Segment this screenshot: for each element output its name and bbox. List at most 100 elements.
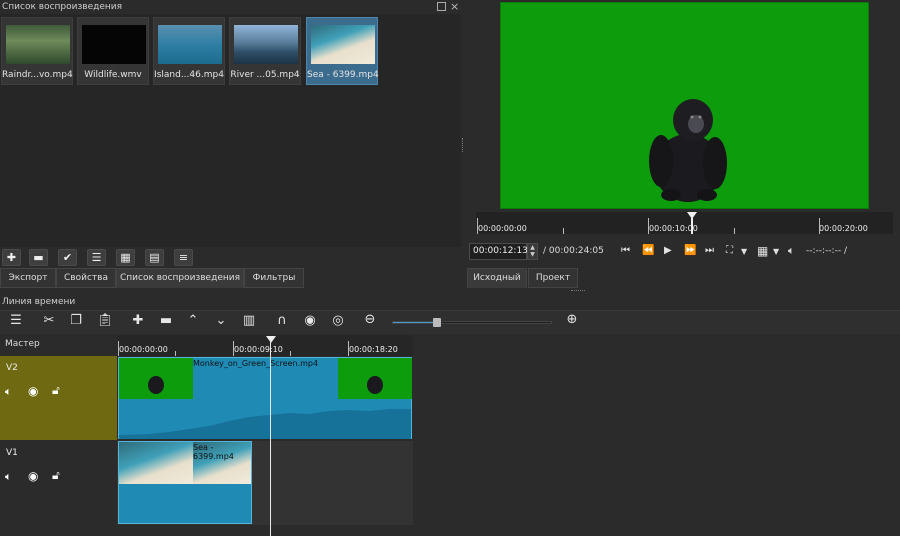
playlist-title: Список воспроизведения: [2, 2, 123, 12]
total-time: / 00:00:24:05: [543, 246, 604, 256]
timeline-ruler-label: 00:00:00:00: [119, 345, 168, 354]
lift-icon[interactable]: ⌃: [184, 314, 202, 328]
playlist-item-label: Wildlife.wmv: [84, 70, 142, 80]
float-panel-icon[interactable]: [437, 2, 446, 11]
track-header-v2[interactable]: V2 🔈︎ ◉ 🔓︎: [0, 356, 117, 440]
playlist-item-wildlife[interactable]: Wildlife.wmv: [77, 17, 149, 85]
playlist-panel: Список воспроизведения × Raindr...vo.mp4…: [0, 0, 461, 247]
zoom-fit-icon[interactable]: ⛶: [726, 245, 733, 256]
thumbnail-sea: [311, 25, 375, 64]
player-ruler-label: 00:00:20:00: [819, 224, 868, 233]
timeline-title: Линия времени: [2, 297, 76, 307]
menu-icon[interactable]: ☰: [7, 314, 25, 328]
ruler-tick: [118, 341, 119, 356]
master-label: Мастер: [5, 339, 40, 349]
details-view-button[interactable]: ☰: [87, 249, 106, 266]
skip-to-end-icon[interactable]: ⏭: [705, 245, 714, 256]
scrub-eye-icon[interactable]: ◉: [301, 314, 319, 328]
ruler-tick: [348, 341, 349, 356]
snap-magnet-icon[interactable]: ∩: [273, 314, 291, 328]
rewind-icon[interactable]: ⏪: [642, 245, 654, 256]
zoom-slider-fill: [393, 322, 438, 323]
splitter-handle[interactable]: [462, 138, 465, 152]
playlist-item-label: Island...46.mp4: [154, 70, 224, 80]
split-icon[interactable]: ▥: [240, 314, 258, 328]
ruler-tick: [290, 351, 291, 356]
remove-button[interactable]: ▬: [29, 249, 48, 266]
append-icon[interactable]: ✚: [129, 314, 147, 328]
timeline-ruler[interactable]: 00:00:00:00 00:00:09:10 00:00:18:20: [117, 335, 413, 356]
timeline-playhead-icon[interactable]: [266, 336, 276, 343]
track-header-master: Мастер: [0, 335, 117, 355]
ruler-tick: [648, 218, 649, 234]
playlist-item-label: Sea - 6399.mp4: [307, 70, 379, 80]
track-name: V2: [6, 363, 18, 373]
playlist-item-sea[interactable]: Sea - 6399.mp4: [306, 17, 379, 85]
ruler-tick: [734, 228, 735, 234]
lock-icon[interactable]: 🔓︎: [52, 468, 60, 483]
clip-monkey[interactable]: Monkey_on_Green_Screen.mp4: [118, 357, 412, 439]
mute-icon[interactable]: 🔈︎: [5, 470, 12, 484]
menu-button[interactable]: ≡: [174, 249, 193, 266]
current-time-field[interactable]: 00:00:12:13: [469, 243, 528, 260]
timeline-ruler-label: 00:00:09:10: [234, 345, 283, 354]
timeline-playhead-line: [270, 342, 271, 536]
overwrite-icon[interactable]: ⌄: [212, 314, 230, 328]
tab-properties[interactable]: Свойства: [56, 268, 116, 288]
ripple-icon[interactable]: ◎: [329, 314, 347, 328]
timeline-ruler-label: 00:00:18:20: [349, 345, 398, 354]
skip-to-start-icon[interactable]: ⏮: [621, 245, 630, 256]
player-playhead-line: [691, 218, 693, 234]
clip-label: Monkey_on_Green_Screen.mp4: [193, 359, 319, 368]
eye-icon[interactable]: ◉: [28, 384, 38, 398]
clip-sea[interactable]: Sea - 6399.mp4: [118, 441, 252, 524]
clip-thumbnail-end: [338, 358, 412, 399]
clip-thumbnail-start: [119, 358, 193, 399]
player-ruler[interactable]: 00:00:00:00 00:00:10:00 00:00:20:00: [476, 212, 893, 234]
mute-icon[interactable]: 🔈︎: [5, 385, 12, 399]
icons-view-button[interactable]: ▦: [116, 249, 135, 266]
zoom-in-icon[interactable]: ⊕: [563, 313, 581, 327]
grid-icon[interactable]: ▦: [757, 244, 768, 258]
thumbnail-wildlife: [82, 25, 146, 64]
thumbnail-river: [234, 25, 298, 64]
monkey-mini-icon: [367, 376, 383, 394]
track-header-v1[interactable]: V1 🔈︎ ◉ 🔓︎: [0, 441, 117, 525]
splitter-handle[interactable]: [571, 290, 585, 293]
tab-source[interactable]: Исходный: [467, 268, 527, 288]
chevron-down-icon[interactable]: ▼: [773, 247, 779, 256]
fast-forward-icon[interactable]: ⏩: [684, 245, 696, 256]
add-button[interactable]: ✚: [2, 249, 21, 266]
copy-icon[interactable]: ❐: [67, 314, 85, 328]
tab-playlist[interactable]: Список воспроизведения: [116, 268, 244, 288]
zoom-slider-handle[interactable]: [433, 318, 442, 327]
in-out-time: --:--:--:-- /: [806, 246, 847, 256]
tab-project[interactable]: Проект: [528, 268, 578, 288]
zoom-out-icon[interactable]: ⊖: [361, 313, 379, 327]
playlist-item-label: River ...05.mp4: [230, 70, 300, 80]
clip-thumbnail-start: [119, 442, 193, 484]
video-preview[interactable]: [500, 2, 869, 209]
play-icon[interactable]: ▶: [664, 245, 672, 256]
clip-label: Sea - 6399.mp4: [193, 443, 234, 461]
zoom-slider[interactable]: [392, 318, 552, 327]
audio-waveform: [119, 409, 411, 439]
close-panel-icon[interactable]: ×: [450, 0, 459, 13]
tiles-view-button[interactable]: ▤: [145, 249, 164, 266]
time-spinner[interactable]: ▲ ▼: [527, 243, 538, 260]
cut-icon[interactable]: ✂: [40, 314, 58, 328]
tab-export[interactable]: Экспорт: [0, 268, 56, 288]
ruler-tick: [175, 351, 176, 356]
paste-icon[interactable]: 📋︎: [96, 314, 114, 328]
update-button[interactable]: ✔: [58, 249, 77, 266]
volume-icon[interactable]: 🔈︎: [788, 244, 795, 258]
remove-icon[interactable]: ▬: [157, 314, 175, 328]
eye-icon[interactable]: ◉: [28, 469, 38, 483]
player-ruler-label: 00:00:00:00: [478, 224, 527, 233]
lock-icon[interactable]: 🔓︎: [52, 383, 60, 398]
playlist-item-river[interactable]: River ...05.mp4: [229, 17, 301, 85]
chevron-down-icon[interactable]: ▼: [741, 247, 747, 256]
playlist-item-island[interactable]: Island...46.mp4: [153, 17, 225, 85]
playlist-item-raindrops[interactable]: Raindr...vo.mp4: [1, 17, 73, 85]
tab-filters[interactable]: Фильтры: [244, 268, 304, 288]
